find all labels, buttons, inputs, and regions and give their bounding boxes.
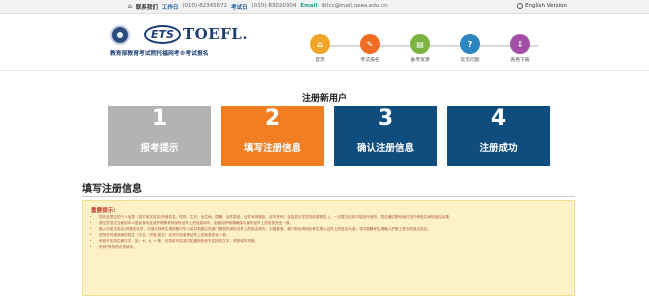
question-icon: ?: [460, 34, 480, 54]
toefl-logo: TOEFL.: [183, 25, 249, 43]
step-fill-info: 2 填写注册信息: [221, 106, 324, 166]
english-version-link[interactable]: English Version: [517, 3, 567, 9]
site-subtitle: 教育部教育考试院托福网考®考试报名: [110, 51, 209, 57]
nav-item-label: 常见问题: [460, 58, 480, 63]
main-nav: ⌂ 首页 ✎ 考试报名 ▤ 备考资源 ? 常见问题 ⇩ 表格下载: [300, 34, 560, 68]
examday-phone-value: (010)-83020304: [251, 3, 297, 9]
nav-item-label: 首页: [315, 58, 325, 63]
step-label: 报考提示: [140, 143, 179, 154]
examday-phone-label: 考试日: [231, 5, 248, 11]
nav-item-label: 备考资源: [410, 58, 430, 63]
step-label: 注册成功: [479, 143, 518, 154]
nav-item-downloads[interactable]: ⇩ 表格下载: [500, 34, 540, 63]
globe-icon: [517, 3, 524, 9]
step-number: 2: [264, 106, 281, 131]
workday-phone-label: 工作日: [161, 5, 179, 11]
step-label: 填写注册信息: [243, 143, 301, 154]
top-bar: ⌂ 联系我们 工作日 (010)-82345672 考试日 (010)-8302…: [0, 0, 649, 14]
step-number: 4: [490, 106, 507, 131]
email-label: Email: [300, 3, 318, 9]
step-success: 4 注册成功: [447, 106, 550, 166]
nav-item-label: 考试报名: [360, 58, 380, 63]
section-divider: [82, 196, 575, 197]
registration-steps: 1 报考提示 2 填写注册信息 3 确认注册信息 4 注册成功: [108, 106, 550, 166]
nav-item-register[interactable]: ✎ 考试报名: [350, 34, 390, 63]
moe-seal-icon: [110, 25, 130, 45]
nav-item-resources[interactable]: ▤ 备考资源: [400, 34, 440, 63]
site-logo[interactable]: ETS TOEFL. 教育部教育考试院托福网考®考试报名: [110, 25, 314, 61]
email-link[interactable]: ibtcc@mail.neea.edu.cn: [321, 3, 387, 11]
notice-list: 您在此提交的个人信息（如中英文姓名/拼音姓名、性别、生日、出生地、国籍、证件类型…: [87, 214, 570, 250]
step-number: 3: [377, 106, 394, 131]
book-icon: ▤: [410, 34, 430, 54]
step-notice: 1 报考提示: [108, 106, 211, 166]
notice-title: 重要提示:: [91, 208, 116, 214]
clipboard-icon: ✎: [360, 34, 380, 54]
step-confirm-info: 3 确认注册信息: [334, 106, 437, 166]
home-icon: ⌂: [128, 3, 132, 10]
home-icon: ⌂: [310, 34, 330, 54]
step-number: 1: [151, 106, 168, 131]
ets-logo: ETS: [144, 25, 181, 44]
site-header: ETS TOEFL. 教育部教育考试院托福网考®考试报名 ⌂ 首页 ✎ 考试报名…: [0, 14, 649, 71]
notice-item: 所有*号的项必须填写。: [99, 244, 570, 250]
section-title: 填写注册信息: [82, 184, 142, 195]
nav-item-label: 表格下载: [510, 58, 530, 63]
english-version-label: English Version: [525, 3, 567, 9]
page-title: 注册新用户: [301, 94, 347, 104]
notice-box: 重要提示: 您在此提交的个人信息（如中英文姓名/拼音姓名、性别、生日、出生地、国…: [82, 200, 575, 296]
nav-item-faq[interactable]: ? 常见问题: [450, 34, 490, 63]
step-label: 确认注册信息: [356, 143, 414, 154]
contact-us-link[interactable]: 联系我们: [136, 3, 158, 11]
contact-info: ⌂ 联系我们 工作日 (010)-82345672 考试日 (010)-8302…: [128, 3, 388, 11]
download-icon: ⇩: [510, 34, 530, 54]
nav-item-home[interactable]: ⌂ 首页: [300, 34, 340, 63]
workday-phone-value: (010)-82345672: [182, 3, 228, 9]
